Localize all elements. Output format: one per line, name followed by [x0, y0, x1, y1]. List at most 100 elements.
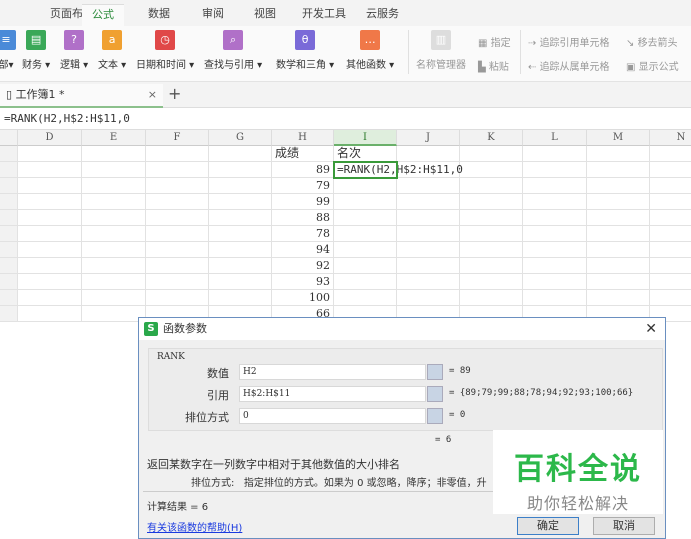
column-header-I[interactable]: I	[334, 130, 397, 146]
column-header-K[interactable]: K	[460, 130, 523, 146]
cell[interactable]	[650, 242, 691, 258]
cell[interactable]	[18, 274, 82, 290]
cell[interactable]	[334, 290, 397, 306]
cell[interactable]	[82, 258, 146, 274]
cell[interactable]	[209, 146, 272, 162]
cell[interactable]	[460, 274, 523, 290]
cell[interactable]	[523, 258, 587, 274]
name-manager-button[interactable]: ▥ 名称管理器	[416, 30, 466, 71]
column-header-H[interactable]: H	[272, 130, 334, 146]
cell[interactable]: 92	[272, 258, 334, 274]
cell[interactable]	[650, 226, 691, 242]
cell[interactable]	[587, 226, 650, 242]
cell[interactable]	[587, 258, 650, 274]
more-functions-button[interactable]: … 其他函数 ▾	[346, 30, 394, 71]
active-cell[interactable]: =RANK(H2,H$2:H$11,0	[333, 161, 463, 179]
cell[interactable]	[82, 162, 146, 178]
cell[interactable]	[82, 306, 146, 322]
text-button[interactable]: a 文本 ▾	[98, 30, 126, 71]
cell[interactable]	[397, 194, 460, 210]
column-header-L[interactable]: L	[523, 130, 587, 146]
cell[interactable]	[460, 242, 523, 258]
row-header[interactable]	[0, 274, 18, 290]
cell[interactable]	[587, 290, 650, 306]
cell[interactable]	[146, 290, 209, 306]
paste-button[interactable]: ▙ 粘贴	[478, 58, 509, 73]
cell[interactable]	[650, 210, 691, 226]
cell[interactable]	[460, 258, 523, 274]
cell[interactable]	[397, 226, 460, 242]
datetime-button[interactable]: ◷ 日期和时间 ▾	[136, 30, 194, 71]
cell[interactable]	[397, 178, 460, 194]
cell[interactable]	[82, 146, 146, 162]
cell[interactable]: 78	[272, 226, 334, 242]
cell[interactable]	[460, 210, 523, 226]
cell[interactable]	[460, 194, 523, 210]
cell[interactable]	[523, 194, 587, 210]
cancel-button[interactable]: 取消	[593, 517, 655, 535]
close-icon[interactable]: ✕	[645, 318, 657, 340]
trace-precedents-button[interactable]: ⇢ 追踪引用单元格	[528, 34, 610, 49]
row-header[interactable]	[0, 290, 18, 306]
cell[interactable]	[82, 274, 146, 290]
cell[interactable]	[650, 290, 691, 306]
cell[interactable]	[334, 274, 397, 290]
ok-button[interactable]: 确定	[517, 517, 579, 535]
column-header-G[interactable]: G	[209, 130, 272, 146]
cell[interactable]	[82, 242, 146, 258]
cell[interactable]	[460, 290, 523, 306]
cell[interactable]	[146, 162, 209, 178]
cell[interactable]	[587, 194, 650, 210]
cell[interactable]: 成绩	[272, 146, 334, 162]
cell[interactable]	[146, 146, 209, 162]
cell[interactable]	[209, 290, 272, 306]
cell[interactable]	[523, 162, 587, 178]
row-header[interactable]	[0, 242, 18, 258]
remove-arrows-button[interactable]: ↘ 移去箭头	[626, 34, 678, 49]
cell[interactable]	[460, 178, 523, 194]
row-header[interactable]	[0, 226, 18, 242]
row-header[interactable]	[0, 146, 18, 162]
cell[interactable]	[587, 162, 650, 178]
cell[interactable]	[650, 162, 691, 178]
trace-dependents-button[interactable]: ⇠ 追踪从属单元格	[528, 58, 610, 73]
cell[interactable]	[523, 274, 587, 290]
lookup-button[interactable]: ⌕ 查找与引用 ▾	[204, 30, 262, 71]
cell[interactable]	[334, 194, 397, 210]
row-header[interactable]	[0, 306, 18, 322]
specify-button[interactable]: ▦ 指定	[478, 34, 511, 49]
cell[interactable]	[18, 146, 82, 162]
cell[interactable]	[650, 258, 691, 274]
cell[interactable]	[460, 226, 523, 242]
doc-tab-workbook[interactable]: ▯ 工作簿1 * ×	[0, 84, 163, 108]
cell[interactable]	[397, 146, 460, 162]
cell[interactable]	[18, 306, 82, 322]
cell[interactable]	[523, 242, 587, 258]
cell[interactable]	[209, 226, 272, 242]
cell[interactable]	[209, 210, 272, 226]
row-header[interactable]	[0, 178, 18, 194]
row-header[interactable]	[0, 162, 18, 178]
cell[interactable]	[650, 178, 691, 194]
collapse-dialog-icon[interactable]	[427, 408, 443, 424]
cell[interactable]	[82, 194, 146, 210]
cell[interactable]	[397, 290, 460, 306]
cell[interactable]	[146, 226, 209, 242]
cell[interactable]	[209, 242, 272, 258]
cell[interactable]	[146, 210, 209, 226]
cell[interactable]	[587, 178, 650, 194]
column-header-J[interactable]: J	[397, 130, 460, 146]
cell[interactable]	[209, 194, 272, 210]
all-functions-button[interactable]: ≡ 部▾	[0, 30, 16, 71]
cell[interactable]	[18, 178, 82, 194]
cell[interactable]	[523, 210, 587, 226]
cell[interactable]: 89	[272, 162, 334, 178]
row-header[interactable]	[0, 258, 18, 274]
cell[interactable]	[18, 210, 82, 226]
cell[interactable]	[587, 146, 650, 162]
cell[interactable]	[587, 274, 650, 290]
row-header[interactable]	[0, 194, 18, 210]
cell[interactable]	[18, 194, 82, 210]
tab-6[interactable]: 云服务	[356, 4, 409, 26]
cell[interactable]	[209, 162, 272, 178]
